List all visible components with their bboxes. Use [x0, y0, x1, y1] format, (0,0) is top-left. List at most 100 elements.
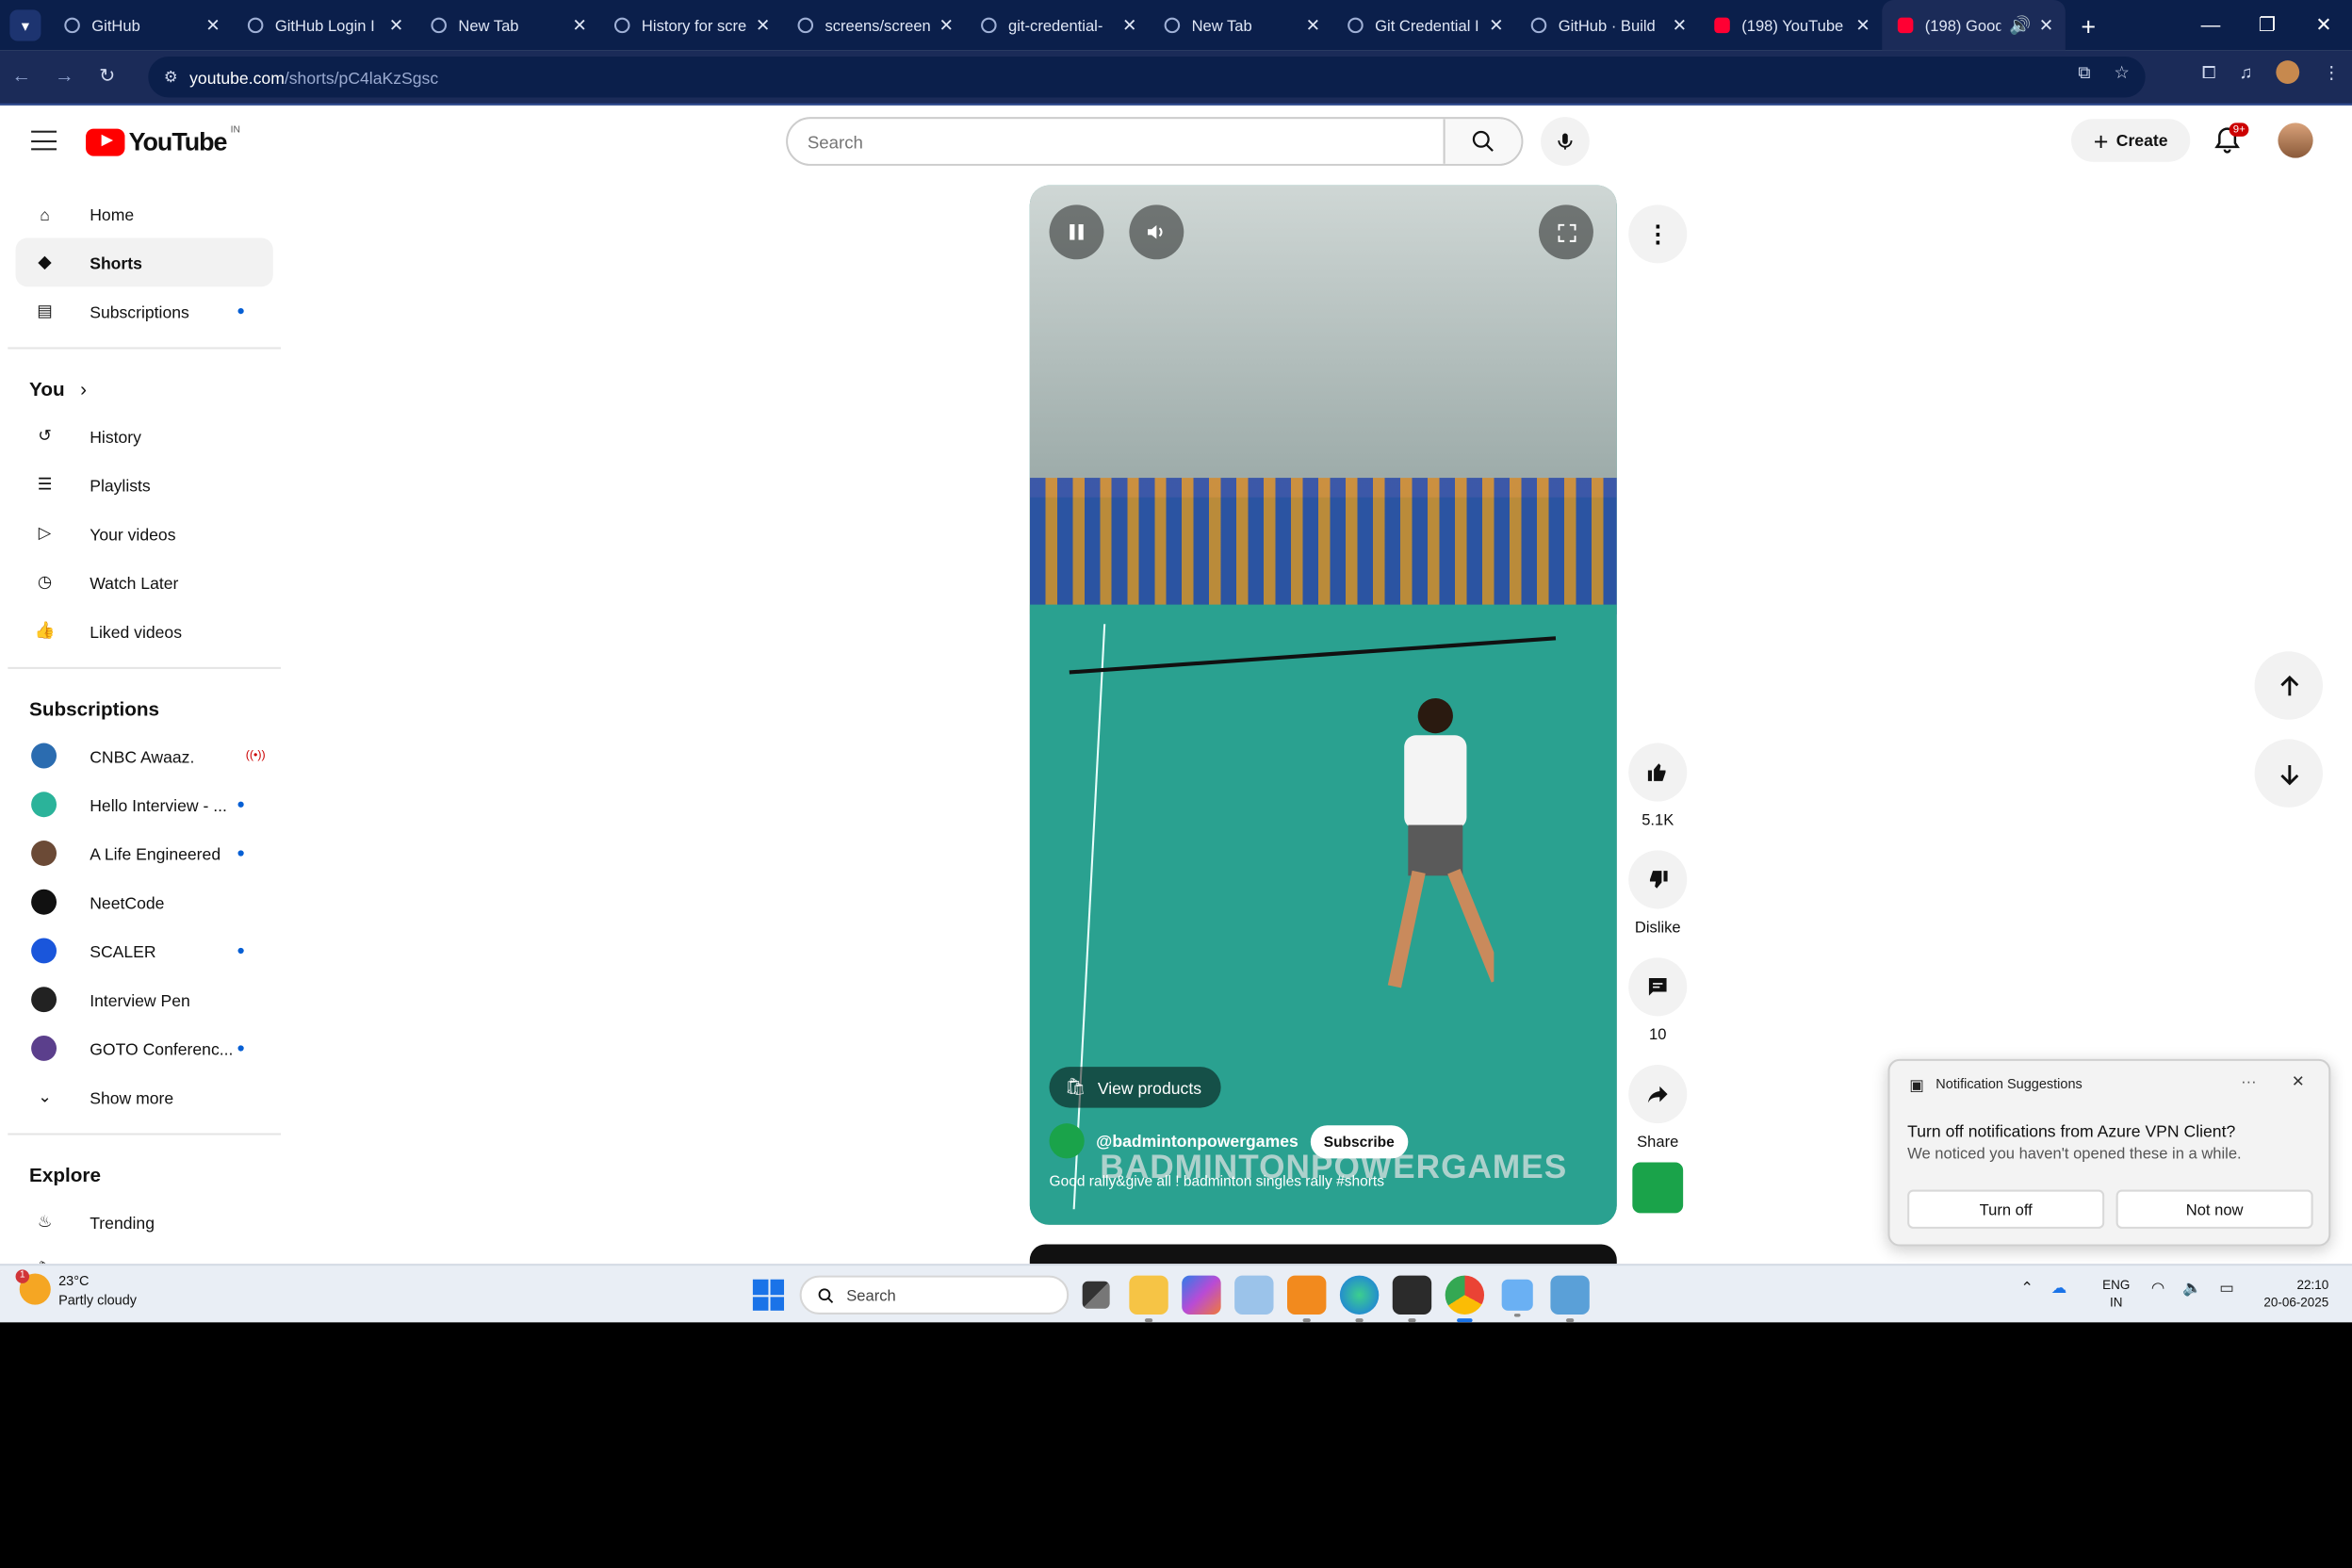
- close-tab-icon[interactable]: ✕: [1673, 15, 1688, 37]
- office-tool-icon[interactable]: [1287, 1275, 1327, 1323]
- short-description[interactable]: Good rally&give all ! badminton singles …: [1049, 1172, 1383, 1190]
- close-tab-icon[interactable]: ✕: [2039, 15, 2054, 37]
- browser-tab[interactable]: GitHub Login I ✕: [232, 0, 416, 51]
- bookmark-star-icon[interactable]: ☆: [2114, 62, 2130, 84]
- new-tab-button[interactable]: +: [2081, 10, 2096, 40]
- taskbar-search[interactable]: Search: [799, 1275, 1070, 1315]
- sound-thumbnail[interactable]: [1632, 1162, 1684, 1214]
- extensions-icon[interactable]: ⧠: [2202, 61, 2216, 83]
- quick-settings[interactable]: ◠ 🔈 ▭: [2151, 1280, 2234, 1298]
- m365-icon[interactable]: [1182, 1275, 1221, 1315]
- sidebar-item-goto-conferenc[interactable]: GOTO Conferenc...: [16, 1024, 273, 1073]
- edge-icon[interactable]: [1339, 1275, 1380, 1323]
- dislike-button[interactable]: [1628, 850, 1688, 909]
- youtube-logo[interactable]: YouTube IN: [86, 123, 240, 156]
- channel-name[interactable]: @badmintonpowergames: [1096, 1131, 1298, 1151]
- sidebar-item-shorts[interactable]: ◆ Shorts: [15, 237, 273, 287]
- close-tab-icon[interactable]: ✕: [205, 15, 220, 37]
- close-window-button[interactable]: ✕: [2295, 0, 2352, 51]
- sidebar-item-cnbc-awaaz[interactable]: CNBC Awaaz. ((•)): [16, 731, 273, 780]
- minimize-button[interactable]: —: [2182, 0, 2239, 51]
- task-view-icon[interactable]: [1082, 1281, 1110, 1309]
- fullscreen-button[interactable]: [1538, 204, 1593, 260]
- toast-more-icon[interactable]: ···: [2241, 1072, 2257, 1090]
- browser-tab[interactable]: git-credential- ✕: [966, 0, 1150, 51]
- forward-button[interactable]: →: [43, 66, 87, 88]
- more-options-button[interactable]: ⋮: [1628, 204, 1688, 264]
- sidebar-item-neetcode[interactable]: NeetCode: [16, 877, 273, 926]
- browser-tab[interactable]: New Tab ✕: [1149, 0, 1332, 51]
- input-language[interactable]: ENG IN: [2102, 1278, 2130, 1313]
- account-avatar[interactable]: [2278, 122, 2313, 158]
- shorts-video-player[interactable]: BADMINTONPOWERGAMES 🛍 View products @bad…: [1029, 185, 1617, 1225]
- file-explorer-icon[interactable]: [1129, 1275, 1168, 1323]
- weather-widget[interactable]: 1 23°C Partly cloudy: [15, 1269, 137, 1313]
- address-bar[interactable]: ⚙ youtube.com/shorts/pC4laKzSgsc ⧉ ☆: [148, 57, 2146, 98]
- snipping-tool-icon[interactable]: [1501, 1279, 1533, 1317]
- comments-button[interactable]: [1628, 957, 1688, 1017]
- sidebar-item-a-life-engineered[interactable]: A Life Engineered: [16, 829, 273, 878]
- voice-search-button[interactable]: [1541, 117, 1590, 166]
- browser-tab[interactable]: New Tab ✕: [416, 0, 599, 51]
- share-button[interactable]: [1628, 1065, 1688, 1124]
- sidebar-item-scaler[interactable]: SCALER: [16, 926, 273, 975]
- sidebar-item-playlists[interactable]: ☰ Playlists: [16, 460, 273, 509]
- start-button[interactable]: [752, 1279, 785, 1311]
- sidebar-item-trending[interactable]: ♨ Trending: [16, 1198, 273, 1247]
- create-button[interactable]: + Create: [2071, 119, 2191, 162]
- close-tab-icon[interactable]: ✕: [756, 15, 771, 37]
- sidebar-item-subscriptions[interactable]: ▤ Subscriptions: [16, 286, 273, 335]
- browser-tab[interactable]: GitHub · Build ✕: [1515, 0, 1699, 51]
- browser-tab[interactable]: History for scre ✕: [598, 0, 782, 51]
- back-button[interactable]: ←: [0, 66, 43, 88]
- browser-tab[interactable]: (198) Good 🔊 ✕: [1882, 0, 2066, 51]
- speaker-icon[interactable]: 🔊: [2009, 15, 2031, 37]
- sidebar-item-liked-videos[interactable]: 👍 Liked videos: [16, 607, 273, 656]
- pause-button[interactable]: [1049, 204, 1104, 260]
- onedrive-icon[interactable]: ☁: [2051, 1280, 2067, 1298]
- sidebar-item-your-videos[interactable]: ▷ Your videos: [16, 509, 273, 558]
- chrome-icon[interactable]: [1445, 1275, 1485, 1323]
- install-app-icon[interactable]: ⧉: [2078, 62, 2090, 84]
- browser-menu-icon[interactable]: ⋮: [2323, 61, 2341, 83]
- close-tab-icon[interactable]: ✕: [1122, 15, 1137, 37]
- you-section-header[interactable]: You ›: [0, 361, 288, 412]
- close-tab-icon[interactable]: ✕: [1489, 15, 1504, 37]
- remote-desktop-icon[interactable]: [1550, 1275, 1590, 1323]
- close-tab-icon[interactable]: ✕: [1855, 15, 1870, 37]
- volume-button[interactable]: [1129, 204, 1184, 260]
- toast-close-icon[interactable]: ✕: [2292, 1072, 2305, 1090]
- next-short-button[interactable]: [2254, 739, 2324, 808]
- windows-app-icon[interactable]: [1234, 1275, 1274, 1315]
- media-control-icon[interactable]: ♫: [2240, 62, 2253, 82]
- sidebar-item-watch-later[interactable]: ◷ Watch Later: [16, 558, 273, 607]
- turn-off-button[interactable]: Turn off: [1907, 1189, 2105, 1229]
- show-more-button[interactable]: ⌄ Show more: [16, 1072, 273, 1121]
- close-tab-icon[interactable]: ✕: [572, 15, 587, 37]
- subscribe-button[interactable]: Subscribe: [1310, 1124, 1409, 1158]
- browser-tab[interactable]: (198) YouTube ✕: [1699, 0, 1883, 51]
- channel-avatar[interactable]: [1049, 1123, 1085, 1159]
- close-tab-icon[interactable]: ✕: [939, 15, 954, 37]
- guide-menu-icon[interactable]: [31, 130, 57, 151]
- profile-avatar[interactable]: [2276, 60, 2300, 84]
- terminal-icon[interactable]: [1392, 1275, 1432, 1323]
- view-products-button[interactable]: 🛍 View products: [1049, 1067, 1221, 1108]
- search-button[interactable]: [1443, 119, 1522, 164]
- chevron-up-icon[interactable]: ⌃: [2020, 1280, 2034, 1298]
- sidebar-item-shopping[interactable]: 🛍Shopping: [16, 1247, 273, 1264]
- search-input[interactable]: [788, 119, 1444, 164]
- tab-search-button[interactable]: ▾: [9, 9, 41, 41]
- sidebar-item-hello-interview[interactable]: Hello Interview - ...: [16, 780, 273, 829]
- not-now-button[interactable]: Not now: [2115, 1189, 2313, 1229]
- sidebar-item-home[interactable]: ⌂ Home: [16, 189, 273, 238]
- reload-button[interactable]: ↻: [86, 66, 129, 88]
- previous-short-button[interactable]: [2254, 651, 2324, 720]
- sidebar-item-interview-pen[interactable]: Interview Pen: [16, 975, 273, 1024]
- browser-tab[interactable]: Git Credential I ✕: [1332, 0, 1516, 51]
- restore-button[interactable]: ❐: [2239, 0, 2295, 51]
- site-info-icon[interactable]: ⚙: [164, 68, 178, 86]
- sidebar-item-history[interactable]: ↺ History: [16, 412, 273, 461]
- close-tab-icon[interactable]: ✕: [389, 15, 404, 37]
- browser-tab[interactable]: GitHub ✕: [49, 0, 233, 51]
